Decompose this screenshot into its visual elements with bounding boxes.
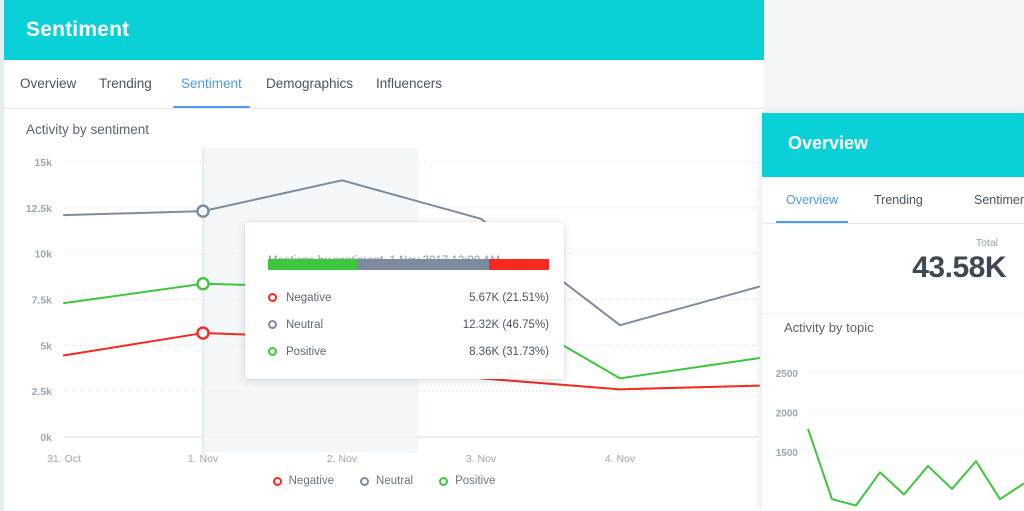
sentiment-tooltip: Mentions by sentiment, 1 Nov 2017 12:00 … [245, 222, 564, 379]
svg-text:15k: 15k [34, 157, 52, 169]
total-label: Total [798, 237, 998, 249]
tab-demographics[interactable]: Demographics [266, 60, 353, 108]
tooltip-series-value: 12.32K (46.75%) [463, 319, 549, 331]
tab-label: Sentiment [181, 76, 242, 91]
svg-text:1500: 1500 [776, 448, 799, 459]
total-kpi: Total 43.58K [762, 223, 1024, 314]
svg-text:4. Nov: 4. Nov [605, 453, 636, 465]
svg-text:31. Oct: 31. Oct [47, 453, 81, 465]
app-root: Sentiment Overview Trending Sentiment Demog… [0, 0, 1024, 511]
activity-by-topic-chart: 2500 2000 1500 [762, 345, 1024, 511]
svg-text:2000: 2000 [776, 408, 799, 419]
legend-label: Negative [289, 475, 334, 487]
svg-text:7.5k: 7.5k [32, 295, 53, 307]
tab-label: Demographics [266, 76, 353, 91]
total-value: 43.58K [786, 251, 1006, 285]
tooltip-row: Neutral 12.32K (46.75%) [268, 311, 549, 338]
tooltip-series-value: 8.36K (31.73%) [469, 346, 549, 358]
side-tab-trending[interactable]: Trending [874, 177, 923, 223]
legend-marker-icon [360, 477, 369, 486]
overview-title: Overview [788, 133, 868, 154]
active-tab-underline [173, 106, 250, 109]
chart-legend: Negative Neutral Positive [4, 468, 764, 494]
tooltip-series-label: Negative [286, 292, 331, 304]
svg-text:1. Nov: 1. Nov [188, 453, 219, 465]
legend-label: Positive [455, 475, 495, 487]
hover-marker-neutral [198, 206, 209, 217]
tooltip-series-value: 5.67K (21.51%) [469, 292, 549, 304]
hover-marker-negative [198, 328, 209, 339]
topic-series-line [808, 429, 1024, 506]
tooltip-rows: Negative 5.67K (21.51%) Neutral 12.32K (46.… [268, 284, 549, 365]
svg-text:2.5k: 2.5k [32, 386, 53, 398]
tooltip-row: Positive 8.36K (31.73%) [268, 338, 549, 365]
side-tab-overview[interactable]: Overview [786, 177, 838, 223]
side-tab-label: Sentiment [974, 193, 1024, 207]
tooltip-bar-segment-negative [489, 259, 549, 270]
tooltip-marker-icon [268, 320, 277, 329]
side-tab-sentiment[interactable]: Sentiment [974, 177, 1024, 223]
chart-title: Activity by sentiment [26, 122, 149, 137]
overview-tabbar: Overview Trending Sentiment [762, 177, 1024, 224]
svg-text:2500: 2500 [776, 369, 799, 380]
tooltip-bar-segment-positive [268, 259, 357, 270]
tab-overview[interactable]: Overview [20, 60, 76, 108]
main-tabbar: Overview Trending Sentiment Demographics Inf… [4, 60, 764, 109]
hover-marker-positive [198, 278, 209, 289]
main-header: Sentiment [4, 0, 764, 60]
page-title: Sentiment [26, 18, 129, 42]
legend-item-negative[interactable]: Negative [273, 475, 334, 487]
tooltip-marker-icon [268, 293, 277, 302]
tooltip-marker-icon [268, 347, 277, 356]
side-tab-label: Trending [874, 193, 923, 207]
legend-marker-icon [439, 477, 448, 486]
svg-text:12.5k: 12.5k [26, 203, 52, 215]
side-tab-label: Overview [786, 193, 838, 207]
svg-text:0k: 0k [40, 432, 52, 444]
svg-text:3. Nov: 3. Nov [466, 453, 497, 465]
svg-text:10k: 10k [34, 249, 52, 261]
tooltip-stacked-bar [268, 259, 549, 270]
tab-label: Overview [20, 76, 76, 91]
legend-marker-icon [273, 477, 282, 486]
svg-text:5k: 5k [40, 340, 52, 352]
overview-panel: Overview Overview Trending Sentiment Total… [762, 113, 1024, 511]
tab-label: Influencers [376, 76, 442, 91]
overview-header: Overview [762, 113, 1024, 177]
tab-trending[interactable]: Trending [99, 60, 152, 108]
tab-influencers[interactable]: Influencers [376, 60, 442, 108]
legend-item-neutral[interactable]: Neutral [360, 475, 413, 487]
activity-by-topic-svg[interactable]: 2500 2000 1500 [762, 345, 1024, 511]
tooltip-bar-segment-neutral [357, 259, 488, 270]
tab-label: Trending [99, 76, 152, 91]
sentiment-panel: Sentiment Overview Trending Sentiment Demog… [4, 0, 764, 511]
tab-sentiment[interactable]: Sentiment [181, 60, 242, 108]
tooltip-series-label: Positive [286, 346, 326, 358]
svg-text:2. Nov: 2. Nov [327, 453, 358, 465]
tooltip-row: Negative 5.67K (21.51%) [268, 284, 549, 311]
legend-item-positive[interactable]: Positive [439, 475, 495, 487]
legend-label: Neutral [376, 475, 413, 487]
tooltip-series-label: Neutral [286, 319, 323, 331]
activity-by-topic-title: Activity by topic [784, 320, 874, 335]
